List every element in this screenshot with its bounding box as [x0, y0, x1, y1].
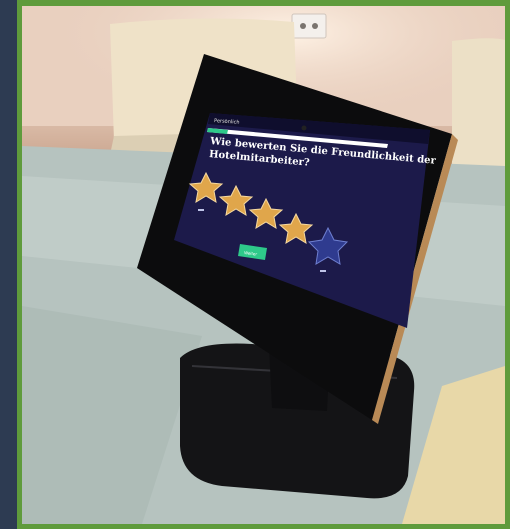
- wall-outlet: [291, 13, 327, 39]
- scale-min-marker: [198, 209, 204, 211]
- scale-max-marker: [320, 270, 326, 272]
- outlet-hole: [312, 23, 318, 29]
- photo: Persönlich Wie bewerten Sie die Freundli…: [22, 6, 505, 524]
- photo-frame: Persönlich Wie bewerten Sie die Freundli…: [17, 0, 510, 529]
- camera-icon: [301, 125, 307, 131]
- outlet-hole: [300, 23, 306, 29]
- kiosk-scene: Persönlich Wie bewerten Sie die Freundli…: [22, 6, 505, 524]
